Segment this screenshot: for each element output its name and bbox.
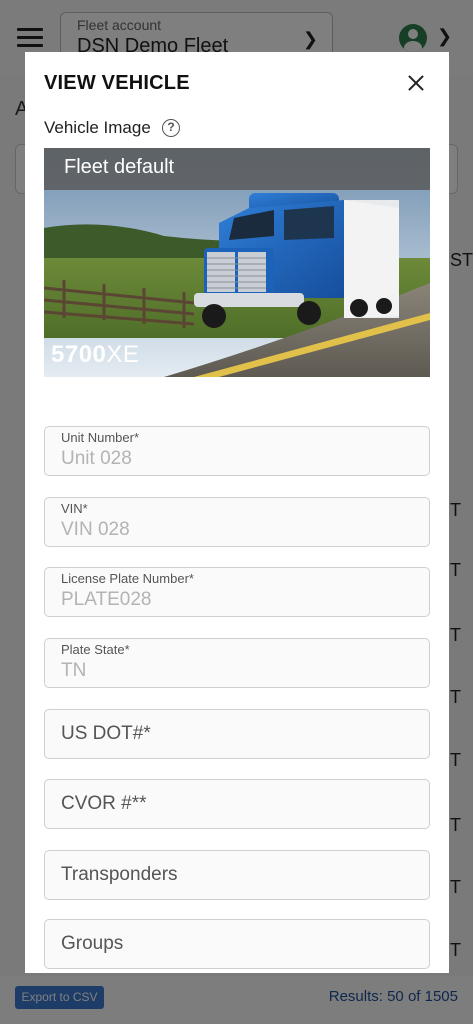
view-vehicle-modal: VIEW VEHICLE Vehicle Image ? Fleet defau…: [25, 52, 449, 973]
field-placeholder: CVOR #**: [61, 793, 147, 814]
help-icon[interactable]: ?: [162, 119, 180, 137]
image-banner: Fleet default: [44, 148, 430, 190]
vin-field[interactable]: VIN* VIN 028: [44, 497, 430, 547]
field-value: VIN 028: [61, 519, 130, 540]
field-value: TN: [61, 660, 87, 681]
license-plate-field[interactable]: License Plate Number* PLATE028: [44, 567, 430, 617]
image-model-text: 5700XE: [51, 341, 139, 369]
cvor-field[interactable]: CVOR #**: [44, 779, 430, 829]
field-placeholder: US DOT#*: [61, 723, 151, 744]
us-dot-field[interactable]: US DOT#*: [44, 709, 430, 759]
field-value: Unit 028: [61, 448, 132, 469]
transponders-field[interactable]: Transponders: [44, 850, 430, 900]
plate-state-field[interactable]: Plate State* TN: [44, 638, 430, 688]
field-label: Plate State*: [61, 642, 130, 657]
vehicle-image-label: Vehicle Image: [44, 118, 151, 137]
field-placeholder: Transponders: [61, 864, 178, 885]
modal-title: VIEW VEHICLE: [44, 72, 190, 94]
close-icon[interactable]: [403, 70, 429, 96]
field-label: VIN*: [61, 501, 88, 516]
image-banner-text: Fleet default: [64, 156, 175, 178]
unit-number-field[interactable]: Unit Number* Unit 028: [44, 426, 430, 476]
field-value: PLATE028: [61, 589, 152, 610]
field-label: Unit Number*: [61, 430, 140, 445]
vehicle-image: Fleet default 5700XE: [44, 148, 430, 377]
model-number: 5700: [51, 341, 107, 368]
field-label: License Plate Number*: [61, 571, 194, 586]
groups-field[interactable]: Groups: [44, 919, 430, 969]
field-placeholder: Groups: [61, 933, 124, 954]
model-suffix: XE: [106, 341, 140, 368]
